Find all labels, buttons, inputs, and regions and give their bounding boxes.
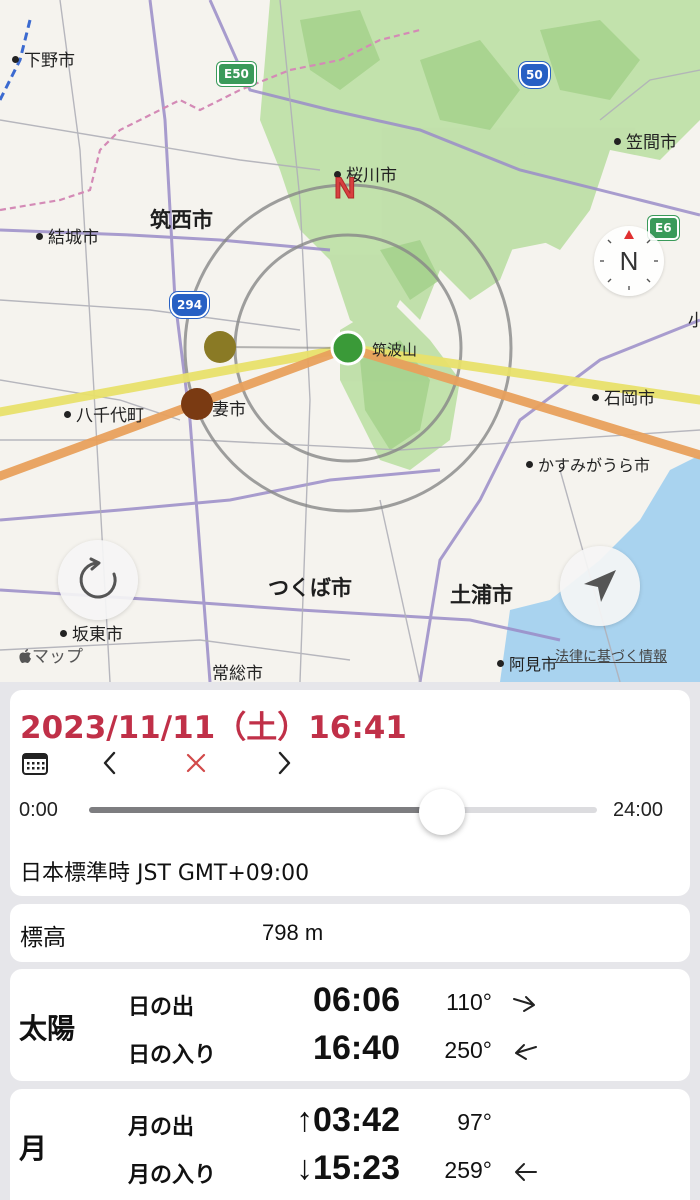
selected-datetime: 2023/11/11（土）16:41 bbox=[20, 710, 407, 746]
time-slider-row: 0:00 24:00 bbox=[10, 789, 690, 835]
slider-max-label: 24:00 bbox=[613, 799, 664, 821]
moonset-label: 月の入り bbox=[128, 1163, 217, 1188]
route-shield-294: 294 bbox=[170, 292, 210, 318]
reset-date-button[interactable] bbox=[178, 748, 214, 778]
sunrise-time: 06:06 bbox=[313, 981, 400, 1019]
map-label-yuki: 結城市 bbox=[36, 230, 99, 247]
slider-min-label: 0:00 bbox=[19, 799, 58, 821]
timezone-label: 日本標準時 JST GMT+09:00 bbox=[20, 861, 310, 886]
elevation-value: 798 m bbox=[262, 920, 324, 945]
legal-info-link[interactable]: 法律に基づく情報 bbox=[555, 646, 667, 666]
moonrise-azimuth: 97° bbox=[457, 1109, 492, 1135]
route-shield-50: 50 bbox=[519, 62, 550, 88]
map-label-shimotsuma: 妻市 bbox=[212, 400, 246, 420]
north-marker: N bbox=[334, 172, 357, 206]
refresh-icon bbox=[79, 557, 117, 599]
apple-logo-icon bbox=[19, 649, 31, 663]
moonset-azimuth: 259° bbox=[444, 1157, 492, 1183]
moonrise-time: ↑03:42 bbox=[296, 1101, 400, 1139]
map-label-yachiyo: 八千代町 bbox=[64, 408, 144, 425]
moonset-time: ↓15:23 bbox=[296, 1149, 400, 1187]
moon-title: 月 bbox=[19, 1132, 48, 1165]
map-label-kasumigaura: かすみがうら市 bbox=[526, 458, 650, 474]
time-slider-track[interactable] bbox=[89, 789, 597, 835]
date-controls bbox=[20, 748, 320, 778]
calendar-icon bbox=[22, 753, 48, 775]
map-label-tsukubasan: 筑波山 bbox=[372, 341, 418, 359]
time-slider-fill bbox=[89, 807, 443, 813]
moon-card: 月 月の出 ↑03:42 97° 月の入り ↓15:23 259° bbox=[10, 1089, 690, 1200]
previous-day-button[interactable] bbox=[92, 748, 128, 778]
map-label-ami: 阿見市 bbox=[497, 657, 557, 673]
compass-letter: N bbox=[619, 246, 639, 276]
route-shield-e50: E50 bbox=[217, 62, 256, 86]
map-label-kasama: 笠間市 bbox=[614, 135, 677, 152]
compass-north-pointer-icon bbox=[624, 230, 634, 239]
current-location-button[interactable] bbox=[560, 546, 640, 626]
arrow-left-down-icon bbox=[515, 1044, 537, 1060]
next-day-button[interactable] bbox=[266, 748, 302, 778]
map-view[interactable]: 下野市 笠間市 桜川市 筑西市 結城市 筑波山 石岡市 八千代町 妻市 かすみが… bbox=[0, 0, 700, 682]
sunrise-label: 日の出 bbox=[128, 995, 195, 1020]
sun-card: 太陽 日の出 06:06 110° 日の入り 16:40 250° bbox=[10, 969, 690, 1081]
map-label-joso: 常総市 bbox=[212, 664, 263, 683]
elevation-card: 標高 798 m bbox=[10, 904, 690, 962]
sunrise-azimuth: 110° bbox=[446, 989, 492, 1015]
sun-title: 太陽 bbox=[19, 1012, 76, 1045]
map-label-chikusei: 筑西市 bbox=[150, 208, 213, 232]
map-label-tsukuba: つくば市 bbox=[268, 576, 352, 600]
elevation-label: 標高 bbox=[20, 925, 66, 951]
moonrise-label: 月の出 bbox=[128, 1115, 195, 1140]
close-icon bbox=[186, 753, 206, 773]
map-label-tsuchiura: 土浦市 bbox=[450, 583, 513, 607]
chevron-left-icon bbox=[103, 751, 116, 775]
sunset-time: 16:40 bbox=[313, 1029, 400, 1067]
datetime-card: 2023/11/11（土）16:41 0:00 24:00 日本標準時 JST … bbox=[10, 690, 690, 896]
map-label-edge: 小 bbox=[688, 311, 700, 331]
calendar-button[interactable] bbox=[20, 748, 50, 778]
compass-button[interactable]: N bbox=[594, 226, 664, 296]
time-slider-thumb[interactable] bbox=[419, 789, 466, 835]
map-label-ishioka: 石岡市 bbox=[592, 391, 655, 408]
arrow-left-icon bbox=[515, 1163, 537, 1181]
location-arrow-icon bbox=[584, 570, 616, 602]
maps-attribution[interactable]: マップ bbox=[18, 642, 83, 667]
chevron-right-icon bbox=[278, 751, 291, 775]
map-label-shimotsuke: 下野市 bbox=[12, 53, 75, 70]
arrow-right-down-icon bbox=[513, 996, 535, 1012]
refresh-button[interactable] bbox=[58, 540, 138, 620]
sunset-azimuth: 250° bbox=[444, 1037, 492, 1063]
sunset-label: 日の入り bbox=[128, 1043, 217, 1068]
